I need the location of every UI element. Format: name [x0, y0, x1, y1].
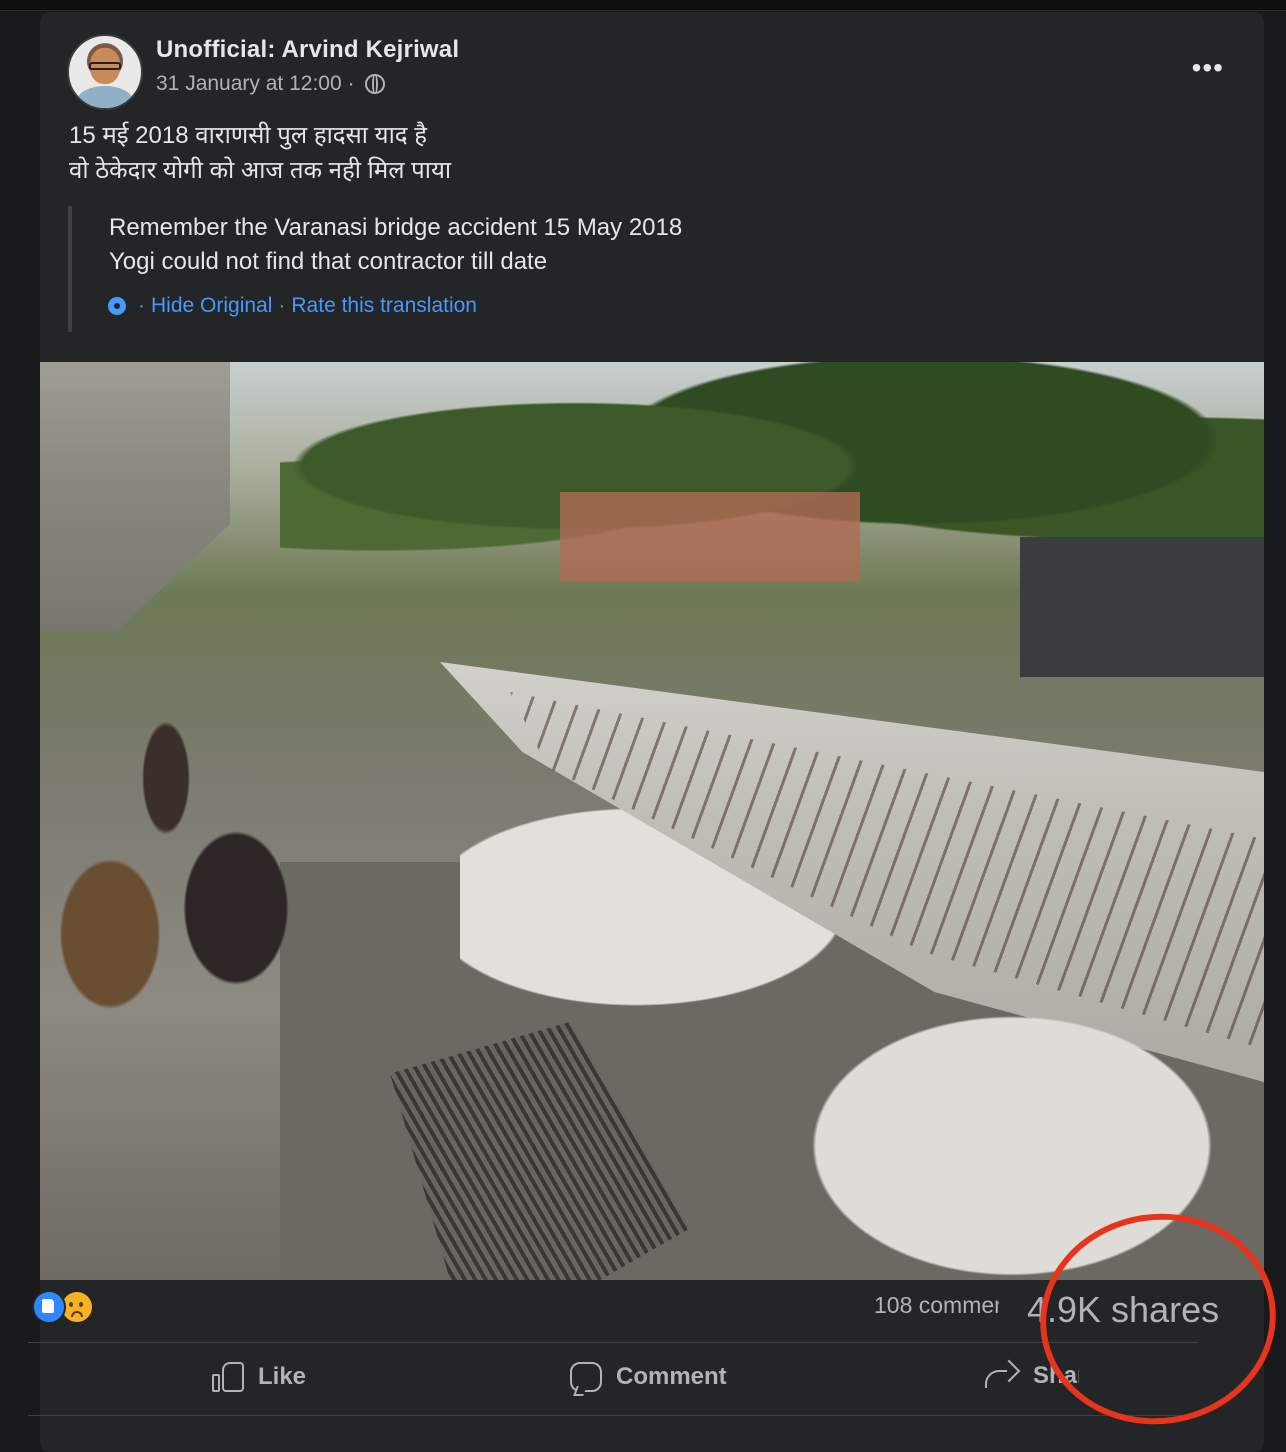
rate-translation-link[interactable]: Rate this translation — [291, 294, 477, 318]
divider — [28, 1342, 1198, 1343]
comment-label: Comment — [616, 1363, 727, 1390]
more-options-button[interactable]: ••• — [1192, 52, 1224, 84]
like-reaction-icon — [32, 1290, 66, 1324]
photo-truck — [1020, 537, 1264, 677]
thumbs-up-icon — [212, 1362, 244, 1392]
comment-button[interactable]: Comment — [570, 1362, 727, 1392]
avatar-shirt — [77, 86, 133, 108]
divider — [28, 1415, 1198, 1416]
meta-separator: · — [347, 72, 355, 95]
photo-overpass — [40, 362, 230, 632]
post-timestamp[interactable]: 31 January at 12:00 — [156, 72, 342, 96]
post-card: Unofficial: Arvind Kejriwal 31 January a… — [40, 12, 1264, 1452]
author-name[interactable]: Unofficial: Arvind Kejriwal — [156, 36, 459, 64]
translation-block: Remember the Varanasi bridge accident 15… — [68, 206, 682, 332]
reaction-icons[interactable] — [32, 1290, 94, 1324]
post-text-line: 15 मई 2018 वाराणसी पुल हादसा याद है — [69, 122, 427, 149]
photo-wall — [560, 492, 860, 582]
hide-original-link[interactable]: Hide Original — [151, 294, 272, 318]
photo-bystanders — [40, 622, 320, 1142]
translation-separator: · — [138, 294, 145, 317]
avatar-glasses — [89, 62, 121, 70]
translation-separator: · — [278, 294, 286, 317]
like-button[interactable]: Like — [212, 1362, 306, 1392]
translation-line: Remember the Varanasi bridge accident 15… — [109, 214, 683, 241]
comment-icon — [570, 1362, 602, 1392]
comments-count[interactable]: 108 comments — [874, 1292, 999, 1319]
translation-actions: · Hide Original · Rate this translation — [108, 294, 477, 318]
share-label: Share — [1033, 1362, 1079, 1389]
share-icon — [985, 1362, 1019, 1390]
top-bar — [0, 0, 1286, 11]
translation-line: Yogi could not find that contractor till… — [109, 248, 548, 275]
post-meta: 31 January at 12:00 · — [156, 72, 385, 96]
post-photo[interactable] — [40, 362, 1264, 1280]
more-icon: ••• — [1191, 52, 1224, 83]
photo-crushed-car — [760, 982, 1264, 1280]
author-avatar[interactable] — [67, 34, 143, 110]
globe-icon[interactable] — [364, 74, 385, 94]
gear-icon[interactable] — [108, 297, 126, 315]
post-text-line: वो ठेकेदार योगी को आज तक नही मिल पाया — [69, 157, 452, 184]
like-label: Like — [258, 1363, 307, 1390]
post-text: 15 मई 2018 वाराणसी पुल हादसा याद है वो ठ… — [69, 118, 451, 188]
shares-count[interactable]: 4.9K shares — [1027, 1289, 1219, 1331]
share-button[interactable]: Share — [985, 1362, 1079, 1390]
